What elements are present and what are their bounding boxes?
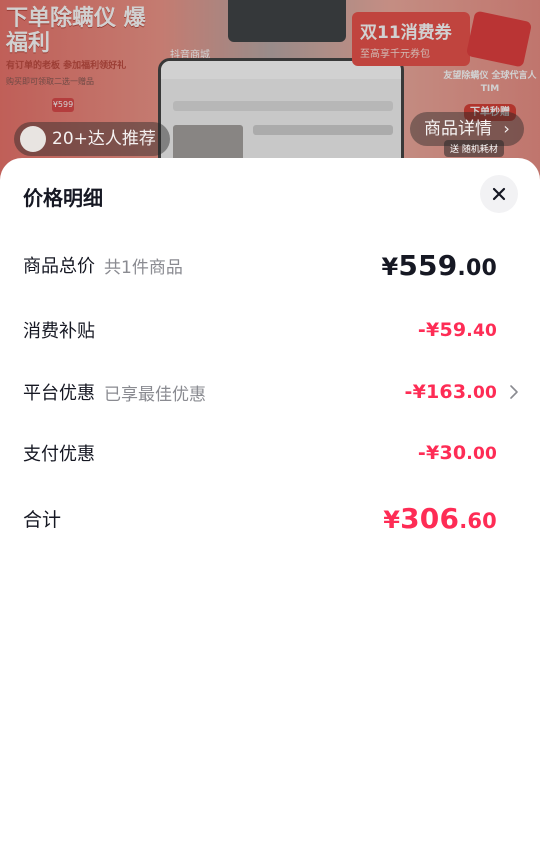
price-row-goods-total: 商品总价 共1件商品 ¥559.00 — [23, 249, 517, 282]
price-row-label: 商品总价 — [23, 256, 95, 277]
price-row-amount: ¥559.00 — [381, 249, 497, 282]
total-amount: ¥306.60 — [383, 502, 497, 535]
amount-decimal: .00 — [466, 444, 497, 464]
currency-symbol: -¥ — [417, 319, 440, 341]
price-row-amount: -¥163.00 — [405, 381, 498, 403]
price-row-total: 合计 ¥306.60 — [23, 502, 517, 535]
amount-integer: 306 — [400, 501, 460, 535]
price-row-note: 共1件商品 — [104, 257, 183, 278]
price-row-amount: -¥59.40 — [418, 319, 497, 341]
amount-decimal: .00 — [466, 383, 497, 403]
amount-integer: 30 — [439, 442, 467, 464]
close-button[interactable] — [480, 175, 518, 213]
amount-integer: 559 — [398, 248, 458, 282]
total-label: 合计 — [23, 508, 62, 531]
price-row-label: 消费补贴 — [23, 321, 95, 342]
price-row-amount: -¥30.00 — [418, 442, 497, 464]
avatar-icon — [20, 126, 46, 152]
amount-integer: 59 — [439, 319, 467, 341]
experts-recommend-button[interactable]: 20+达人推荐 — [14, 122, 170, 156]
gift-tag: 送 随机耗材 — [444, 140, 504, 157]
close-icon — [492, 187, 506, 201]
chevron-right-icon — [510, 385, 518, 399]
amount-decimal: .40 — [466, 321, 497, 341]
currency-symbol: -¥ — [404, 381, 427, 403]
currency-symbol: ¥ — [381, 252, 399, 281]
amount-decimal: .60 — [459, 508, 497, 533]
currency-symbol: -¥ — [417, 442, 440, 464]
price-row-subsidy: 消费补贴 -¥59.40 — [23, 315, 517, 345]
amount-integer: 163 — [426, 381, 467, 403]
currency-symbol: ¥ — [383, 505, 401, 534]
product-details-label: 商品详情 — [424, 119, 492, 139]
sheet-title: 价格明细 — [23, 186, 103, 210]
price-row-platform-discount[interactable]: 平台优惠 已享最佳优惠 -¥163.00 — [23, 377, 518, 407]
chevron-right-icon: › — [503, 119, 510, 138]
price-row-label: 平台优惠 — [23, 383, 95, 404]
price-details-sheet: 价格明细 商品总价 共1件商品 ¥559.00 消费补贴 -¥59.40 平台优… — [0, 158, 540, 854]
experts-recommend-label: 20+达人推荐 — [52, 129, 156, 149]
price-row-note: 已享最佳优惠 — [104, 384, 206, 405]
price-row-payment-discount: 支付优惠 -¥30.00 — [23, 438, 517, 468]
amount-decimal: .00 — [457, 255, 497, 281]
price-row-label: 支付优惠 — [23, 444, 95, 465]
